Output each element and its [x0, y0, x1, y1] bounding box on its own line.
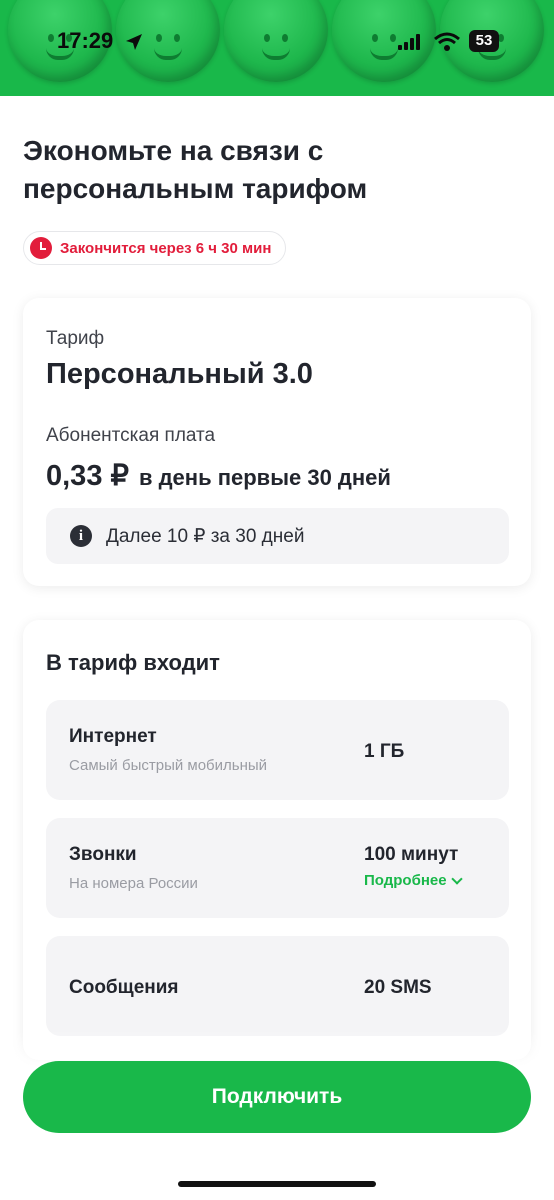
- included-item-internet: Интернет Самый быстрый мобильный 1 ГБ: [46, 700, 509, 800]
- connect-button[interactable]: Подключить: [23, 1061, 531, 1133]
- chevron-down-icon: [450, 872, 463, 885]
- item-value: 20 SMS: [364, 977, 432, 998]
- home-indicator[interactable]: [178, 1181, 376, 1187]
- tariff-label: Тариф: [46, 328, 105, 349]
- price-line: 0,33 ₽ в день первые 30 дней: [46, 458, 391, 493]
- expiry-timer-badge: Закончится через 6 ч 30 мин: [23, 231, 287, 265]
- item-name: Интернет: [69, 726, 157, 747]
- item-value: 1 ГБ: [364, 741, 405, 762]
- info-text: Далее 10 ₽ за 30 дней: [106, 525, 305, 547]
- wifi-icon: [434, 32, 460, 51]
- item-sub: На номера России: [69, 875, 198, 892]
- details-link-label: Подробнее: [364, 872, 447, 889]
- included-title: В тариф входит: [46, 650, 220, 675]
- tariff-card: Тариф Персональный 3.0 Абонентская плата…: [23, 298, 531, 586]
- location-arrow-icon: [126, 34, 142, 50]
- item-sub: Самый быстрый мобильный: [69, 757, 268, 774]
- price-period: в день первые 30 дней: [138, 465, 391, 490]
- cellular-signal-icon: [398, 34, 420, 50]
- item-name: Звонки: [69, 844, 137, 865]
- item-value: 100 минут: [364, 844, 459, 865]
- status-time: 17:29: [57, 28, 114, 53]
- battery-icon: 53: [469, 30, 499, 52]
- tariff-name: Персональный 3.0: [46, 358, 313, 390]
- status-bar: 17:29 53: [0, 24, 554, 60]
- info-icon: i: [70, 525, 92, 547]
- info-notice: i Далее 10 ₽ за 30 дней: [46, 508, 509, 564]
- fee-label: Абонентская плата: [46, 425, 216, 446]
- expiry-timer-text: Закончится через 6 ч 30 мин: [60, 239, 272, 257]
- clock-icon: [30, 237, 52, 259]
- item-name: Сообщения: [69, 977, 179, 998]
- price-value: 0,33 ₽: [46, 460, 129, 492]
- included-card: В тариф входит Интернет Самый быстрый мо…: [23, 620, 531, 1060]
- page-title: Экономьте на связи с персональным тарифо…: [23, 135, 368, 204]
- included-item-sms: Сообщения 20 SMS: [46, 936, 509, 1036]
- details-link[interactable]: Подробнее: [364, 872, 463, 889]
- included-item-calls: Звонки На номера России 100 минут Подроб…: [46, 818, 509, 918]
